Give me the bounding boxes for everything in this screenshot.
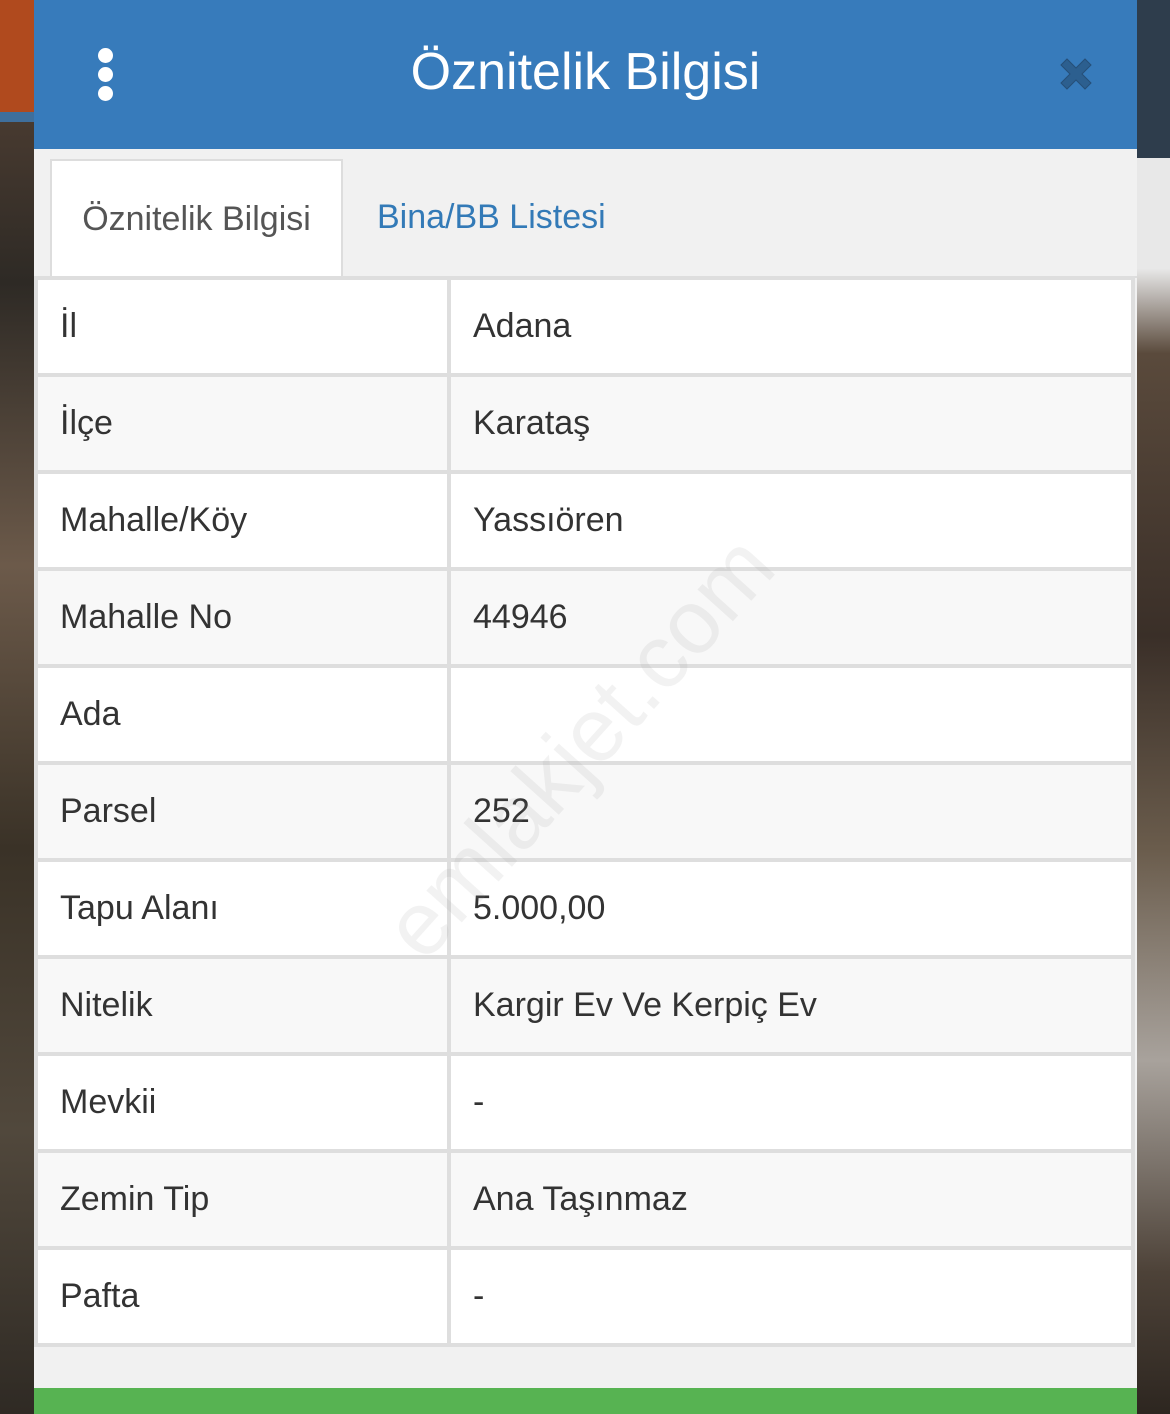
tab-bar: Öznitelik Bilgisi Bina/BB Listesi [34, 149, 1137, 278]
row-value: 5.000,00 [447, 858, 1135, 959]
row-value: Karataş [447, 373, 1135, 474]
table-row: Mahalle/Köy Yassıören [34, 470, 1135, 571]
row-key: İlçe [34, 373, 451, 474]
row-key: Mevkii [34, 1052, 451, 1153]
row-value: - [447, 1052, 1135, 1153]
row-value: - [447, 1246, 1135, 1347]
table-row: Mahalle No 44946 [34, 567, 1135, 668]
map-background-left-strip [0, 112, 34, 122]
row-value: Kargir Ev Ve Kerpiç Ev [447, 955, 1135, 1056]
row-value: 44946 [447, 567, 1135, 668]
row-value: Ana Taşınmaz [447, 1149, 1135, 1250]
row-key: Ada [34, 664, 451, 765]
table-row: Nitelik Kargir Ev Ve Kerpiç Ev [34, 955, 1135, 1056]
attribute-info-panel: Öznitelik Bilgisi Öznitelik Bilgisi Bina… [34, 0, 1137, 1414]
tab-building-list[interactable]: Bina/BB Listesi [377, 159, 606, 276]
tab-attribute-info[interactable]: Öznitelik Bilgisi [50, 159, 343, 278]
table-row: İl Adana [34, 276, 1135, 377]
table-row: İlçe Karataş [34, 373, 1135, 474]
row-key: Tapu Alanı [34, 858, 451, 959]
map-background-right-top [1137, 0, 1170, 158]
map-background-left-top [0, 0, 34, 118]
panel-title: Öznitelik Bilgisi [410, 43, 761, 101]
row-value: 252 [447, 761, 1135, 862]
table-row: Tapu Alanı 5.000,00 [34, 858, 1135, 959]
row-value: Yassıören [447, 470, 1135, 571]
footer-bar [34, 1388, 1137, 1414]
row-value: Adana [447, 276, 1135, 377]
table-row: Ada [34, 664, 1135, 765]
table-row: Pafta - [34, 1246, 1135, 1347]
row-key: Zemin Tip [34, 1149, 451, 1250]
close-icon[interactable] [1054, 52, 1098, 96]
row-key: Mahalle/Köy [34, 470, 451, 571]
row-key: Nitelik [34, 955, 451, 1056]
table-row: Zemin Tip Ana Taşınmaz [34, 1149, 1135, 1250]
table-row: Mevkii - [34, 1052, 1135, 1153]
row-key: Pafta [34, 1246, 451, 1347]
row-key: Parsel [34, 761, 451, 862]
map-background-left [0, 0, 34, 1414]
map-background-right [1137, 0, 1170, 1414]
row-value [447, 664, 1135, 765]
panel-header: Öznitelik Bilgisi [34, 0, 1137, 149]
row-key: İl [34, 276, 451, 377]
attribute-table: İl Adana İlçe Karataş Mahalle/Köy Yassıören Ma… [34, 276, 1135, 1347]
row-key: Mahalle No [34, 567, 451, 668]
table-row: Parsel 252 [34, 761, 1135, 862]
